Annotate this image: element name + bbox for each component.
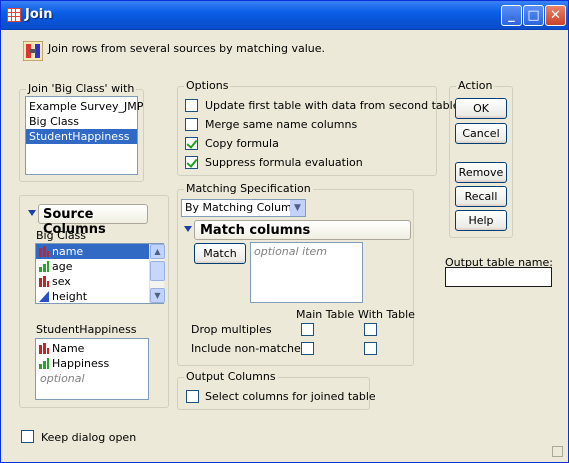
chevron-down-icon[interactable]: ▼ xyxy=(290,200,305,216)
disclosure-triangle-icon[interactable] xyxy=(28,210,36,216)
app-grid-icon xyxy=(7,8,21,22)
maximize-icon: □ xyxy=(527,8,540,23)
match-columns-header: Match columns xyxy=(194,220,411,240)
minimize-button[interactable]: _ xyxy=(501,5,522,26)
column-item-age[interactable]: age xyxy=(36,259,163,274)
recall-button[interactable]: Recall xyxy=(455,186,507,207)
column-item-name[interactable]: name xyxy=(36,244,150,259)
action-label: Action xyxy=(456,79,495,92)
table2-name: StudentHappiness xyxy=(36,323,137,336)
select-columns-label[interactable]: Select columns for joined table xyxy=(205,390,376,403)
matching-spec-label: Matching Specification xyxy=(184,182,313,195)
list-item[interactable]: StudentHappiness xyxy=(26,129,137,144)
select-columns-checkbox[interactable] xyxy=(186,390,199,403)
match-placeholder: optional item xyxy=(254,245,327,258)
merge-same-name-checkbox[interactable] xyxy=(185,118,198,131)
suppress-formula-label[interactable]: Suppress formula evaluation xyxy=(205,156,363,169)
list-item[interactable]: Big Class xyxy=(26,114,137,129)
close-button[interactable]: ✕ xyxy=(545,5,566,26)
column-label: age xyxy=(52,260,73,273)
drop-multiples-main-checkbox[interactable] xyxy=(301,323,314,336)
copy-formula-label[interactable]: Copy formula xyxy=(205,137,279,150)
scroll-up-icon[interactable]: ▲ xyxy=(150,244,165,259)
output-table-name-input[interactable] xyxy=(445,267,552,287)
vertical-scrollbar[interactable]: ▲ ▼ xyxy=(149,244,165,303)
matching-method-dropdown[interactable]: By Matching Columns ▼ xyxy=(181,199,306,217)
join-dialog-window: Join _ □ ✕ Join rows from several source… xyxy=(0,0,569,463)
disclosure-triangle-icon[interactable] xyxy=(184,226,192,232)
continuous-triangle-icon xyxy=(39,291,49,302)
copy-formula-checkbox[interactable] xyxy=(185,137,198,150)
cancel-button[interactable]: Cancel xyxy=(455,123,507,144)
nominal-bar-icon xyxy=(39,343,49,354)
column-label: Name xyxy=(52,342,85,355)
include-nonmatches-label: Include non-matches xyxy=(191,342,307,355)
column-label: sex xyxy=(52,275,71,288)
drop-multiples-label: Drop multiples xyxy=(191,323,272,336)
table1-columns-list[interactable]: name age sex height ▲ ▼ xyxy=(35,243,165,304)
drop-multiples-with-checkbox[interactable] xyxy=(364,323,377,336)
resize-grip-icon[interactable] xyxy=(552,446,564,458)
column-item-sex[interactable]: sex xyxy=(36,274,163,289)
scroll-down-icon[interactable]: ▼ xyxy=(150,288,165,303)
maximize-button[interactable]: □ xyxy=(523,5,544,26)
window-title: Join xyxy=(25,7,53,22)
keep-dialog-open-checkbox[interactable] xyxy=(21,430,34,443)
scroll-thumb[interactable] xyxy=(150,261,165,281)
main-table-header: Main Table xyxy=(296,308,355,321)
table2-columns-list[interactable]: Name Happiness optional xyxy=(35,338,149,400)
include-nonmatches-with-checkbox[interactable] xyxy=(364,342,377,355)
remove-button[interactable]: Remove xyxy=(455,162,507,183)
nominal-bar-icon xyxy=(39,246,49,257)
ordinal-bar-icon xyxy=(39,261,49,272)
match-button[interactable]: Match xyxy=(194,243,246,264)
column-label: name xyxy=(52,245,84,258)
close-icon: ✕ xyxy=(550,8,561,23)
join-with-label: Join 'Big Class' with xyxy=(26,82,137,95)
ok-button[interactable]: OK xyxy=(455,98,507,119)
column-label: Happiness xyxy=(52,357,110,370)
matching-method-value: By Matching Columns xyxy=(185,201,305,214)
update-first-table-label[interactable]: Update first table with data from second… xyxy=(205,99,459,112)
optional-placeholder: optional xyxy=(40,372,85,385)
table1-name: Big Class xyxy=(36,229,87,242)
match-columns-list[interactable]: optional item xyxy=(250,242,363,303)
output-columns-label: Output Columns xyxy=(184,370,278,383)
minimize-icon: _ xyxy=(508,8,515,23)
list-item[interactable]: Example Survey_JMP xyxy=(26,99,143,114)
source-columns-header: Source Columns xyxy=(38,204,148,237)
column-item-height[interactable]: height xyxy=(36,289,163,304)
join-with-list[interactable]: Example Survey_JMP Big Class StudentHapp… xyxy=(25,96,143,175)
nominal-bar-icon xyxy=(39,276,49,287)
include-nonmatches-main-checkbox[interactable] xyxy=(301,342,314,355)
header-text: Join rows from several sources by matchi… xyxy=(48,42,326,55)
column-label: height xyxy=(52,290,88,303)
update-first-table-checkbox[interactable] xyxy=(185,99,198,112)
column-item-happiness[interactable]: Happiness xyxy=(36,356,148,371)
suppress-formula-checkbox[interactable] xyxy=(185,156,198,169)
join-icon xyxy=(23,41,43,61)
with-table-header: With Table xyxy=(358,308,415,321)
ordinal-bar-icon xyxy=(39,358,49,369)
title-bar[interactable]: Join _ □ ✕ xyxy=(1,1,568,30)
options-label: Options xyxy=(184,79,231,92)
help-button[interactable]: Help xyxy=(455,210,507,231)
merge-same-name-label[interactable]: Merge same name columns xyxy=(205,118,357,131)
column-item-name[interactable]: Name xyxy=(36,341,148,356)
keep-dialog-open-label[interactable]: Keep dialog open xyxy=(41,431,136,444)
